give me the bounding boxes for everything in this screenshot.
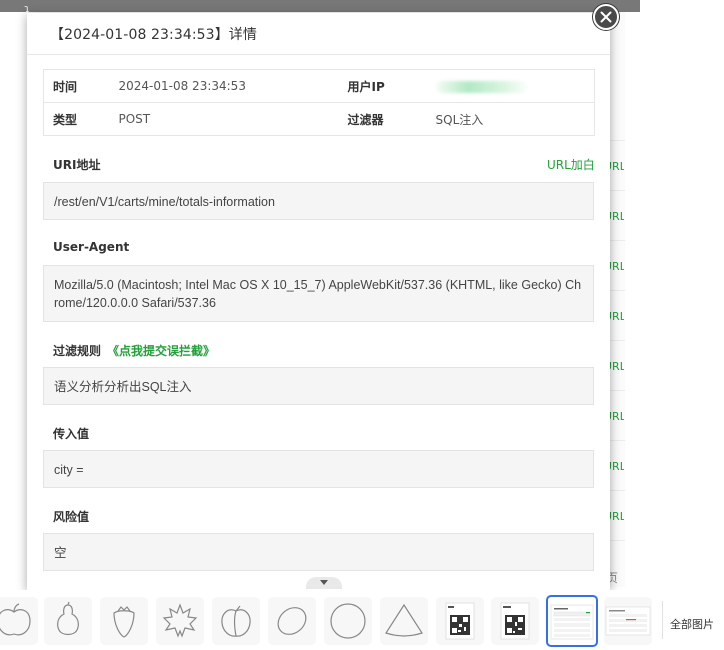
apple-outline-icon (0, 603, 31, 636)
redacted-ip-blur (435, 80, 528, 93)
screenshot-thumbnail-icon (550, 604, 594, 640)
user-ip-value (426, 69, 595, 103)
user-ip-label: 用户IP (338, 69, 427, 103)
maple-leaf-outline-icon (162, 603, 198, 638)
thumbnail-item[interactable] (491, 597, 539, 645)
report-false-positive-link[interactable]: 《点我提交误拦截》 (107, 342, 215, 359)
incoming-value-label: 传入值 (53, 427, 90, 441)
url-whitelist-link[interactable]: URL加白 (547, 156, 595, 173)
thumbnail-item[interactable] (436, 597, 484, 645)
modal-title: 【2024-01-08 23:34:53】详情 (27, 13, 610, 55)
qr-code-thumbnail-icon (500, 602, 530, 640)
thumbnail-strip: 全部图片 (0, 590, 724, 650)
all-images-button[interactable]: 全部图片 (670, 616, 714, 632)
thumbnail-item[interactable] (100, 597, 148, 645)
info-table: 时间 2024-01-08 23:34:53 用户IP 类型 POST 过滤器 … (43, 69, 595, 136)
type-value: POST (109, 102, 339, 136)
background-header-bar (0, 0, 640, 12)
thumbnail-item[interactable] (324, 597, 372, 645)
scroll-down-button[interactable] (306, 577, 342, 589)
thumbnail-item[interactable] (380, 597, 428, 645)
screenshot-thumbnail-icon (605, 606, 651, 636)
detail-modal: 【2024-01-08 23:34:53】详情 时间 2024-01-08 23… (27, 13, 610, 590)
uri-label: URI地址 (53, 158, 101, 172)
qr-code-thumbnail-icon (445, 602, 475, 640)
time-label: 时间 (43, 69, 110, 103)
thumbnail-item-selected[interactable] (546, 595, 598, 647)
filter-value: SQL注入 (426, 102, 595, 136)
user-agent-field: Mozilla/5.0 (Macintosh; Intel Mac OS X 1… (43, 265, 594, 322)
close-button[interactable] (593, 4, 619, 30)
circle-outline-icon (330, 603, 366, 639)
time-value: 2024-01-08 23:34:53 (109, 69, 339, 103)
thumbnail-item[interactable] (156, 597, 204, 645)
pear-outline-icon (57, 601, 79, 636)
filter-rule-field: 语义分析分析出SQL注入 (43, 367, 594, 405)
thumbnail-item[interactable] (212, 597, 260, 645)
uri-field: /rest/en/V1/carts/mine/totals-informatio… (43, 182, 594, 220)
chevron-down-icon (320, 580, 328, 585)
table-row: 时间 2024-01-08 23:34:53 用户IP (43, 69, 595, 103)
risk-value-field: 空 (43, 533, 594, 571)
cone-slice-outline-icon (385, 603, 423, 637)
type-label: 类型 (43, 102, 110, 136)
filter-rule-label: 过滤规则 (53, 344, 102, 358)
thumbnail-item[interactable] (0, 597, 38, 645)
strawberry-outline-icon (113, 606, 135, 638)
thumbnail-item[interactable] (268, 597, 316, 645)
user-agent-label: User-Agent (53, 240, 130, 254)
thumbnail-item[interactable] (604, 597, 652, 645)
peach-outline-icon (221, 605, 251, 637)
table-row: 类型 POST 过滤器 SQL注入 (43, 102, 595, 136)
incoming-value-field: city = (43, 450, 594, 488)
lemon-outline-icon (277, 607, 307, 635)
close-icon (600, 11, 612, 23)
modal-info-section: 时间 2024-01-08 23:34:53 用户IP 类型 POST 过滤器 … (43, 69, 595, 136)
thumbnail-divider (662, 601, 663, 639)
filter-label: 过滤器 (338, 102, 427, 136)
thumbnail-item[interactable] (44, 597, 92, 645)
risk-value-label: 风险值 (53, 510, 90, 524)
